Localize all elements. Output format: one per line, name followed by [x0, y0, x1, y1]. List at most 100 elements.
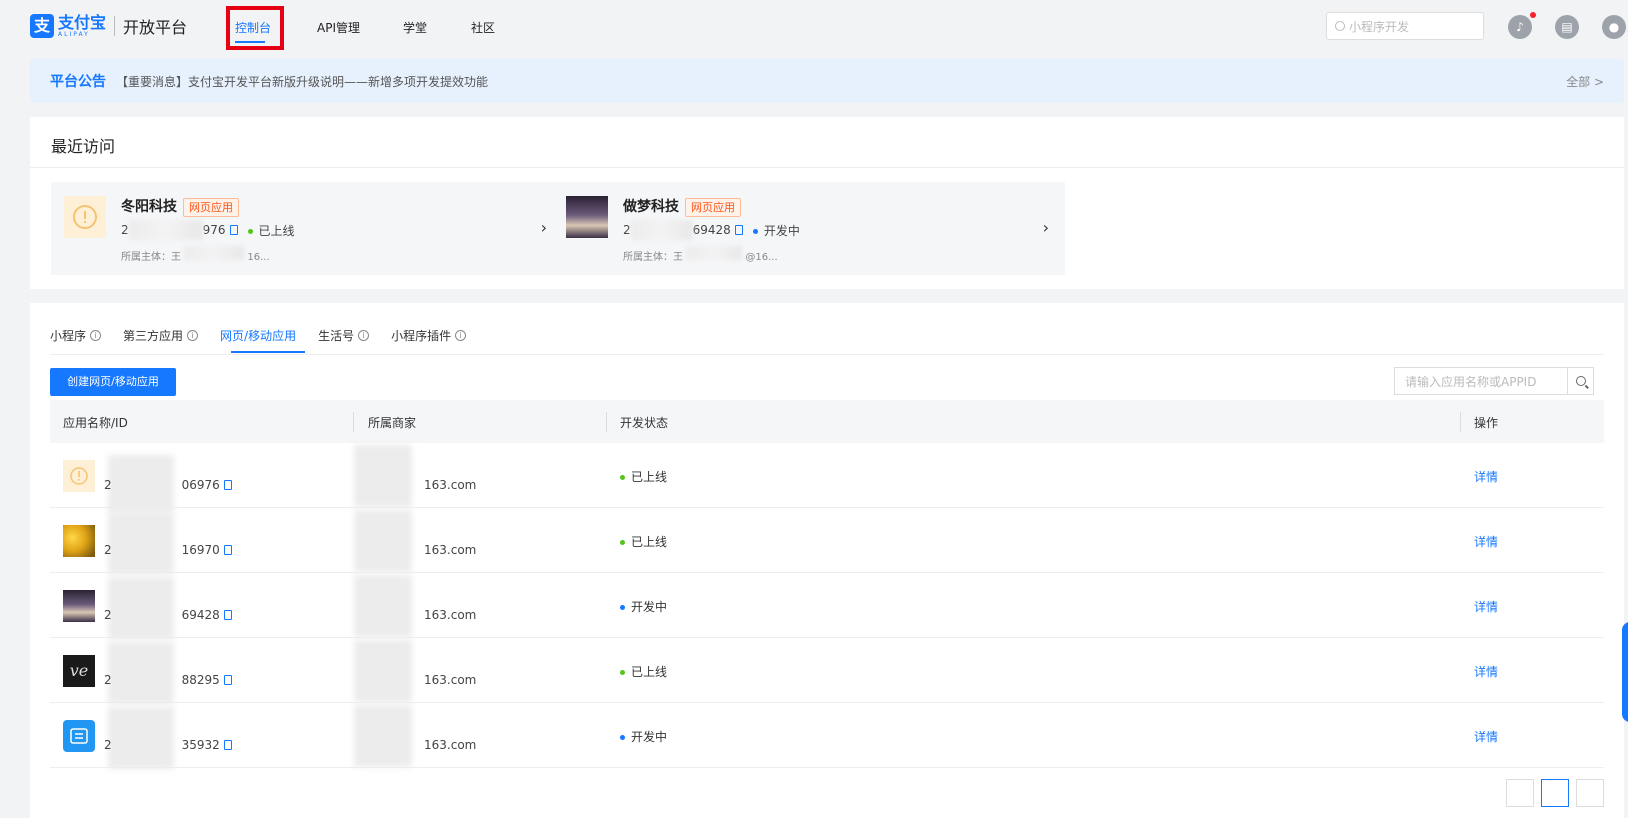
alipay-logo[interactable]: 支 支付宝 ALIPAY 开放平台 [30, 14, 187, 38]
recent-app-name: 做梦科技 [623, 199, 679, 215]
recent-app-name: 冬阳科技 [121, 199, 177, 215]
warning-icon [64, 196, 106, 238]
app-type-tabs: 小程序 i 第三方应用 i 网页/移动应用 生活号 i 小程序插件 i [50, 327, 488, 344]
tab-life-account[interactable]: 生活号 i [318, 327, 370, 344]
nav-api-management[interactable]: API管理 [317, 19, 360, 36]
platform-name: 开放平台 [123, 18, 188, 37]
recent-title: 最近访问 [51, 137, 116, 156]
details-link[interactable]: 详情 [1474, 728, 1498, 745]
file-icon [63, 720, 95, 752]
notification-dot [1530, 12, 1536, 18]
chevron-right-icon[interactable]: › [1043, 218, 1049, 237]
details-link[interactable]: 详情 [1474, 468, 1498, 485]
recent-visits-panel: 最近访问 冬阳科技 网页应用 2 976 已上线 所属主体：王 16... › 做… [30, 117, 1624, 289]
apps-panel: 小程序 i 第三方应用 i 网页/移动应用 生活号 i 小程序插件 i 创建网页/移动应… [30, 303, 1624, 818]
recent-app-id: 2 976 已上线 [121, 220, 295, 240]
app-id: 2 88295 [104, 673, 232, 687]
copy-icon[interactable] [223, 545, 232, 555]
table-row: 2 69428 163.com 开发中 详情 [50, 573, 1604, 639]
status-dot [247, 228, 253, 234]
copy-icon[interactable] [734, 225, 743, 235]
tab-mini-program[interactable]: 小程序 i [50, 327, 102, 344]
top-search-input[interactable]: 小程序开发 [1326, 12, 1484, 40]
status-dot [620, 670, 625, 675]
highlight-console [226, 6, 284, 50]
nav-academy[interactable]: 学堂 [403, 19, 427, 36]
anime-avatar-image [63, 590, 95, 622]
recent-card[interactable]: 冬阳科技 网页应用 2 976 已上线 所属主体：王 16... › [51, 182, 563, 275]
status-dot [620, 475, 625, 480]
search-icon [1575, 376, 1586, 386]
recent-app-owner: 所属主体：王 16... [121, 246, 270, 263]
app-type-tag: 网页应用 [685, 197, 741, 217]
recent-app-status: 已上线 [258, 223, 295, 238]
bell-icon[interactable]: ♪ [1508, 15, 1532, 39]
app-id: 2 16970 [104, 543, 232, 557]
status-dot [752, 228, 758, 234]
copy-icon[interactable] [229, 225, 238, 235]
details-link[interactable]: 详情 [1474, 533, 1498, 550]
recent-card[interactable]: 做梦科技 网页应用 2 69428 开发中 所属主体：王 @16... › [553, 182, 1065, 275]
tab-third-party[interactable]: 第三方应用 i [123, 327, 199, 344]
nav-community[interactable]: 社区 [471, 19, 495, 36]
merchant-email: 163.com [424, 608, 477, 622]
info-icon[interactable]: i [455, 330, 467, 341]
logo-en: ALIPAY [58, 30, 90, 38]
tab-web-mobile[interactable]: 网页/移动应用 [220, 327, 296, 344]
avatar[interactable]: ● [1602, 15, 1626, 39]
app-status: 开发中 [620, 728, 667, 745]
flower-image [63, 525, 95, 557]
search-button[interactable] [1567, 368, 1593, 394]
merchant-email: 163.com [424, 738, 477, 752]
announcement-all-link[interactable]: 全部 > [1566, 73, 1604, 90]
col-actions: 操作 [1474, 416, 1499, 430]
col-app-name: 应用名称/ID [63, 416, 128, 430]
document-icon[interactable]: ▤ [1555, 15, 1579, 39]
copy-icon[interactable] [223, 480, 232, 490]
details-link[interactable]: 详情 [1474, 663, 1498, 680]
info-icon[interactable]: i [187, 330, 199, 341]
table-row: 2 35932 163.com 开发中 详情 [50, 703, 1604, 769]
col-status: 开发状态 [620, 416, 669, 430]
info-icon[interactable]: i [90, 330, 102, 341]
copy-icon[interactable] [223, 610, 232, 620]
pagination-next[interactable] [1576, 779, 1604, 807]
status-dot [620, 540, 625, 545]
top-search-placeholder: 小程序开发 [1349, 19, 1410, 34]
pagination-prev[interactable] [1506, 779, 1534, 807]
announcement-bar: 平台公告 【重要消息】支付宝开发平台新版升级说明——新增多项开发提效功能 全部 … [30, 59, 1624, 103]
table-header: 应用名称/ID 所属商家 开发状态 操作 [50, 400, 1604, 443]
app-id: 2 06976 [104, 478, 232, 492]
tab-active-indicator [231, 351, 305, 353]
alipay-logo-icon: 支 [30, 14, 54, 38]
merchant-email: 163.com [424, 478, 477, 492]
table-row: 2 06976 163.com 已上线 详情 [50, 443, 1604, 513]
app-id: 2 69428 [104, 608, 232, 622]
copy-icon[interactable] [223, 740, 232, 750]
app-id: 2 35932 [104, 738, 232, 752]
logo-cn: 支付宝 [58, 12, 107, 32]
app-status: 已上线 [620, 663, 667, 680]
info-icon[interactable]: i [358, 330, 370, 341]
recent-app-owner: 所属主体：王 @16... [623, 246, 778, 263]
status-dot [620, 735, 625, 740]
recent-app-id: 2 69428 开发中 [623, 220, 800, 240]
announcement-label: 平台公告 [50, 74, 106, 90]
side-feedback-tab[interactable] [1622, 622, 1628, 722]
app-status: 开发中 [620, 598, 667, 615]
tab-mini-program-plugin[interactable]: 小程序插件 i [391, 327, 467, 344]
copy-icon[interactable] [223, 675, 232, 685]
details-link[interactable]: 详情 [1474, 598, 1498, 615]
announcement-message[interactable]: 【重要消息】支付宝开发平台新版升级说明——新增多项开发提效功能 [116, 73, 488, 90]
anime-avatar-image [566, 196, 608, 238]
app-search-input[interactable]: 请输入应用名称或APPID [1394, 367, 1594, 395]
logo-divider [114, 16, 116, 36]
create-web-app-button[interactable]: 创建网页/移动应用 [50, 368, 176, 396]
app-status: 已上线 [620, 468, 667, 485]
chevron-right-icon[interactable]: › [541, 218, 547, 237]
pagination-page[interactable] [1541, 779, 1569, 807]
merchant-email: 163.com [424, 673, 477, 687]
app-search-placeholder: 请输入应用名称或APPID [1405, 374, 1537, 389]
merchant-email: 163.com [424, 543, 477, 557]
table-row: 2 16970 163.com 已上线 详情 [50, 508, 1604, 574]
